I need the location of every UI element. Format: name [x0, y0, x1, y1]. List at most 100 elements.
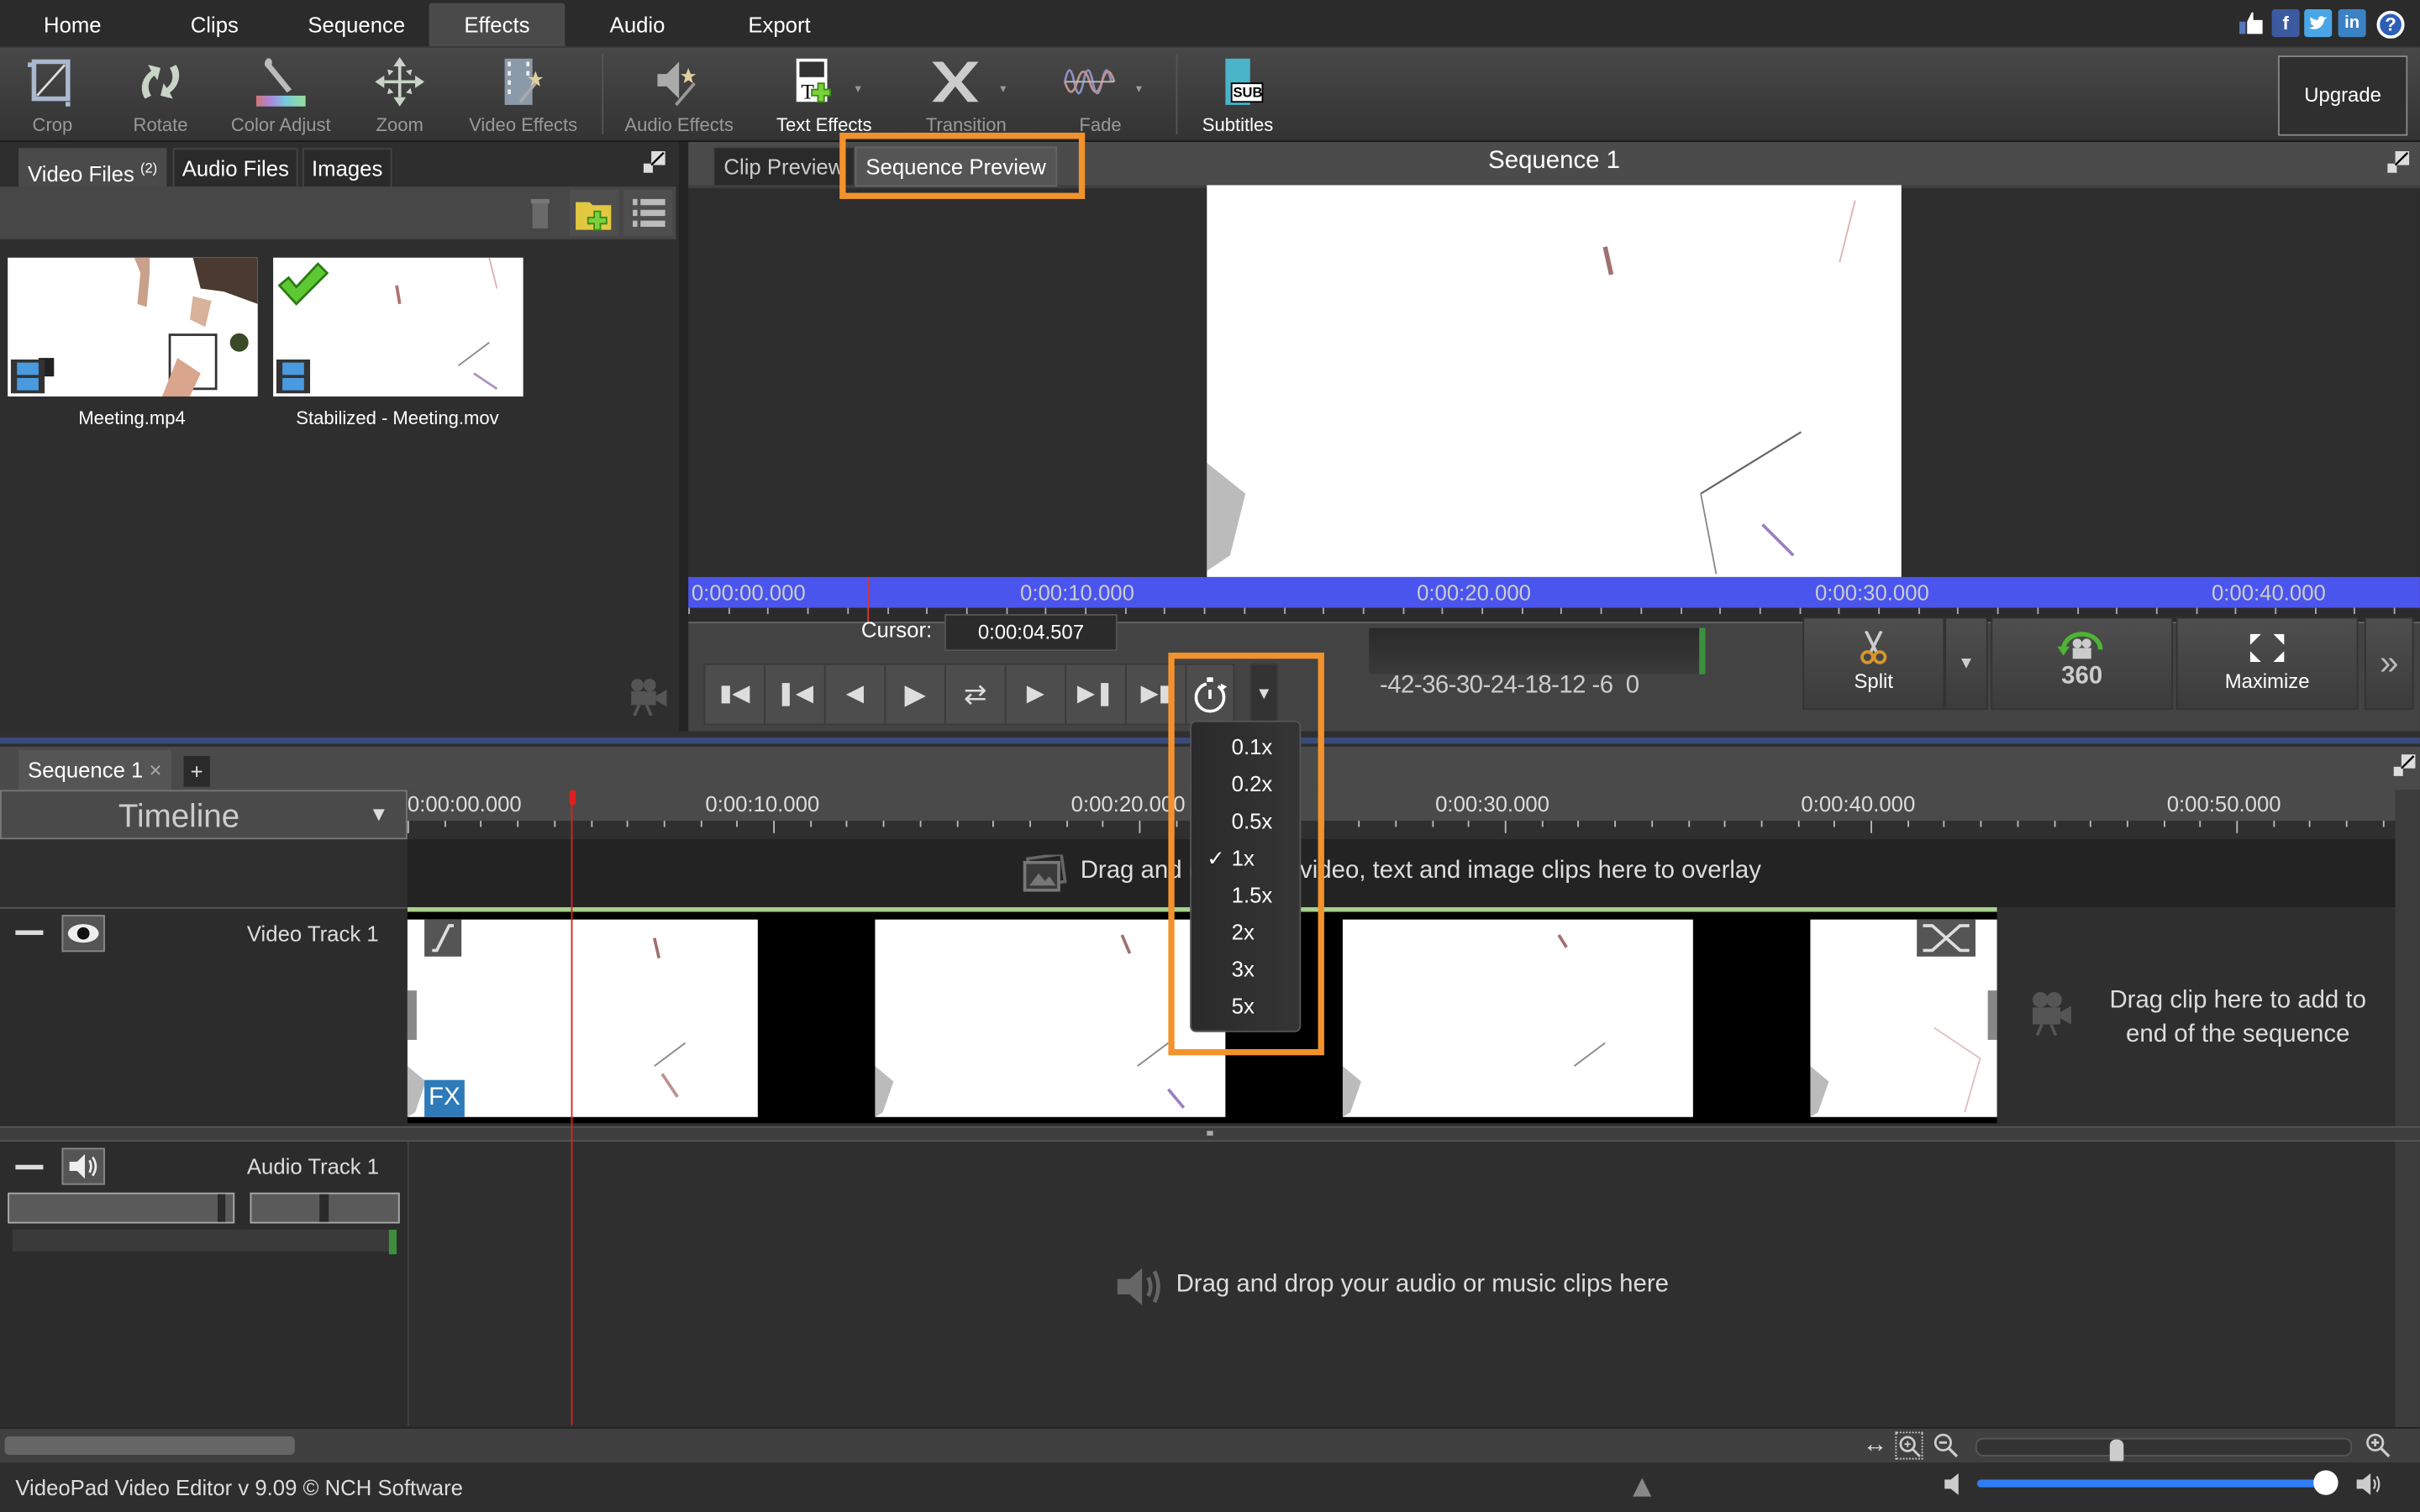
- fit-to-window-icon[interactable]: ↔: [1858, 1429, 1891, 1462]
- menu-tab-effects[interactable]: Effects: [429, 3, 566, 47]
- master-volume-slider[interactable]: [1976, 1470, 2338, 1495]
- speed-option[interactable]: 5x: [1192, 987, 1300, 1024]
- collapse-track-icon[interactable]: [15, 930, 44, 936]
- timeline-view-selector[interactable]: Timeline ▼: [0, 790, 408, 840]
- zoom-out-icon[interactable]: [1933, 1431, 1960, 1459]
- maximize-button[interactable]: Maximize: [2175, 617, 2359, 710]
- volume-slider-thumb[interactable]: [2313, 1470, 2338, 1495]
- volume-slider-thumb[interactable]: [217, 1194, 226, 1222]
- transition-button[interactable]: ▾ Transition: [911, 51, 1022, 138]
- cursor-time-field[interactable]: 0:00:04.507: [944, 614, 1118, 652]
- zoom-in-icon[interactable]: [2365, 1431, 2392, 1459]
- preview-timeline-ruler[interactable]: 0:00:00.000 0:00:10.000 0:00:20.000 0:00…: [688, 576, 2420, 608]
- tab-images[interactable]: Images: [302, 148, 392, 189]
- clip-frame[interactable]: [1342, 919, 1693, 1117]
- twitter-icon[interactable]: [2304, 9, 2333, 38]
- playback-speed-dropdown[interactable]: ▼: [1249, 663, 1278, 726]
- add-folder-button[interactable]: [569, 189, 619, 237]
- speaker-icon[interactable]: [61, 1147, 105, 1185]
- menu-tab-clips[interactable]: Clips: [164, 3, 266, 46]
- transition-dropdown-icon[interactable]: ▾: [1000, 81, 1006, 96]
- clip-trim-handle-right[interactable]: [1987, 990, 1997, 1040]
- speed-option[interactable]: ✓ 1x: [1192, 839, 1300, 876]
- track-volume-slider[interactable]: [8, 1192, 235, 1224]
- text-effects-dropdown-icon[interactable]: ▾: [855, 81, 861, 96]
- play-button[interactable]: ▶: [884, 663, 946, 726]
- track-divider[interactable]: [0, 1126, 2420, 1142]
- volume-max-icon[interactable]: [2355, 1470, 2383, 1498]
- fade-in-icon[interactable]: [424, 919, 462, 957]
- undock-icon[interactable]: [2386, 150, 2411, 174]
- speed-option[interactable]: 1.5x: [1192, 876, 1300, 913]
- help-icon[interactable]: ?: [2376, 10, 2405, 39]
- go-to-start-button[interactable]: ▮◀: [703, 663, 766, 726]
- fade-button[interactable]: ▾ Fade: [1050, 51, 1151, 138]
- collapse-track-icon[interactable]: [15, 1164, 44, 1170]
- tab-audio-files[interactable]: Audio Files: [172, 148, 298, 189]
- step-back-button[interactable]: ◀: [823, 663, 886, 726]
- speed-option[interactable]: 2x: [1192, 913, 1300, 950]
- linkedin-icon[interactable]: in: [2338, 9, 2366, 38]
- thumbs-up-icon[interactable]: [2238, 9, 2265, 37]
- undock-icon[interactable]: [2392, 753, 2417, 777]
- zoom-slider-thumb[interactable]: [2108, 1439, 2123, 1462]
- preview-playhead[interactable]: [867, 576, 870, 622]
- zoom-to-selection-icon[interactable]: [1895, 1431, 1923, 1460]
- horizontal-scrollbar-thumb[interactable]: [4, 1436, 295, 1456]
- audio-effects-button[interactable]: Audio Effects: [618, 51, 741, 138]
- facebook-icon[interactable]: f: [2271, 9, 2300, 38]
- upgrade-button[interactable]: Upgrade: [2277, 55, 2408, 136]
- previous-clip-button[interactable]: ❚◀: [764, 663, 826, 726]
- clip-frame[interactable]: [875, 919, 1226, 1117]
- subtitles-button[interactable]: SUB Subtitles: [1192, 51, 1284, 138]
- video-effects-button[interactable]: Video Effects: [460, 51, 587, 138]
- speed-option[interactable]: 0.5x: [1192, 802, 1300, 839]
- playback-speed-button[interactable]: [1185, 663, 1235, 726]
- timeline-playhead[interactable]: [571, 802, 573, 1426]
- volume-mute-icon[interactable]: [1942, 1472, 1964, 1496]
- undock-icon[interactable]: [642, 150, 666, 174]
- clip-trim-handle-left[interactable]: [407, 990, 417, 1040]
- crop-button[interactable]: Crop: [13, 51, 93, 138]
- split-dropdown[interactable]: ▼: [1944, 617, 1988, 710]
- pan-slider-thumb[interactable]: [319, 1194, 329, 1222]
- menu-tab-sequence[interactable]: Sequence: [293, 3, 420, 46]
- more-controls-button[interactable]: »: [2364, 617, 2414, 710]
- audio-track-drop-zone[interactable]: Drag and drop your audio or music clips …: [408, 1142, 2396, 1426]
- delete-button[interactable]: [515, 190, 565, 236]
- menu-tab-audio[interactable]: Audio: [587, 3, 688, 46]
- panel-splitter[interactable]: [679, 141, 689, 732]
- timeline-zoom-slider[interactable]: [1975, 1437, 2353, 1462]
- zoom-button[interactable]: Zoom: [361, 51, 439, 138]
- expand-panel-icon[interactable]: [1633, 1478, 1652, 1497]
- close-tab-icon[interactable]: ×: [149, 758, 161, 782]
- go-to-end-button[interactable]: ▶▮: [1124, 663, 1187, 726]
- overlay-track-drop-zone[interactable]: Drag and drop your video, text and image…: [407, 839, 2396, 907]
- step-forward-button[interactable]: ▶: [1004, 663, 1067, 726]
- end-of-sequence-drop-zone[interactable]: Drag clip here to add to end of the sequ…: [1996, 906, 2396, 1126]
- speed-option[interactable]: 0.1x: [1192, 728, 1300, 765]
- next-clip-button[interactable]: ▶❚: [1065, 663, 1127, 726]
- color-adjust-button[interactable]: Color Adjust: [225, 51, 336, 138]
- menu-tab-home[interactable]: Home: [22, 3, 124, 46]
- tab-video-files[interactable]: Video Files (2): [18, 148, 167, 189]
- 360-button[interactable]: 360: [1991, 617, 2174, 710]
- split-button[interactable]: Split: [1802, 617, 1945, 710]
- media-thumbnail[interactable]: [273, 257, 523, 397]
- add-sequence-button[interactable]: +: [183, 755, 210, 787]
- loop-button[interactable]: ⇄: [944, 663, 1007, 726]
- fx-badge[interactable]: FX: [424, 1079, 465, 1117]
- rotate-button[interactable]: Rotate: [120, 51, 201, 138]
- transition-icon[interactable]: [1917, 919, 1975, 957]
- text-effects-button[interactable]: T ▾ Text Effects: [762, 51, 886, 138]
- eye-icon[interactable]: [61, 915, 105, 953]
- speed-option[interactable]: 0.2x: [1192, 765, 1300, 802]
- media-thumbnail[interactable]: [8, 257, 258, 397]
- fade-dropdown-icon[interactable]: ▾: [1136, 81, 1142, 96]
- track-pan-slider[interactable]: [250, 1192, 400, 1224]
- list-view-button[interactable]: [623, 189, 673, 237]
- speed-option[interactable]: 3x: [1192, 950, 1300, 987]
- menu-tab-export[interactable]: Export: [729, 3, 830, 46]
- tab-sequence-1[interactable]: Sequence 1 ×: [18, 749, 171, 790]
- vertical-scrollbar[interactable]: [2395, 790, 2420, 1436]
